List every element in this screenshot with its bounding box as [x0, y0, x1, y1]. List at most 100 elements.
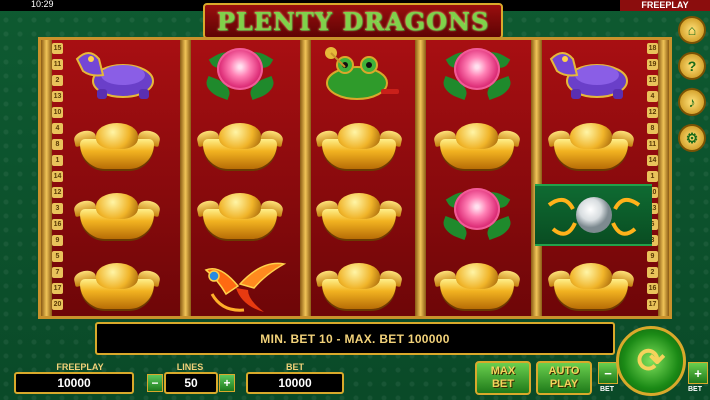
right-line-number: 12 [647, 107, 658, 118]
left-line-number: 8 [52, 139, 63, 150]
freeplay-balance: 10000 [14, 372, 134, 394]
spin-button[interactable]: ⟳ [616, 326, 686, 396]
reel-cell [427, 254, 527, 316]
settings-button[interactable]: ⚙ [678, 124, 706, 152]
bet-limits-message: MIN. BET 10 - MAX. BET 100000 [260, 331, 450, 346]
reel-cell [427, 114, 527, 176]
peony-icon [440, 46, 514, 104]
reel-cell [427, 184, 527, 246]
reel-cell [190, 44, 290, 106]
right-line-number: 17 [647, 299, 658, 310]
reel-cell [67, 184, 167, 246]
bet-decrease-label: BET [600, 386, 614, 393]
peony-icon [440, 186, 514, 244]
phoenix-icon [192, 254, 288, 316]
message-bar: MIN. BET 10 - MAX. BET 100000 [95, 322, 615, 355]
left-line-number: 2 [52, 75, 63, 86]
reel-divider [658, 40, 669, 316]
right-line-number: 15 [647, 75, 658, 86]
sound-button[interactable]: ♪ [678, 88, 706, 116]
reel-divider [41, 40, 52, 316]
ingot-icon [314, 259, 404, 311]
clock: 10:29 [31, 0, 54, 9]
left-line-number: 1 [52, 155, 63, 166]
ingot-icon [72, 259, 162, 311]
bet-increase-label: BET [688, 386, 702, 393]
ingot-icon [546, 259, 636, 311]
ingot-icon [432, 119, 522, 171]
left-line-number: 7 [52, 267, 63, 278]
right-line-number: 14 [647, 155, 658, 166]
turtle-icon [543, 45, 639, 105]
reel-cell [190, 114, 290, 176]
pearl-icon [539, 185, 649, 245]
right-line-number: 11 [647, 139, 658, 150]
lines-increase-button[interactable]: + [219, 374, 235, 392]
ingot-icon [195, 119, 285, 171]
lines-value: 50 [164, 372, 218, 394]
home-button[interactable]: ⌂ [678, 16, 706, 44]
reel-divider [415, 40, 426, 316]
reel-cell [190, 184, 290, 246]
left-line-number: 13 [52, 91, 63, 102]
freeplay-tag: FREEPLAY [620, 0, 710, 11]
left-line-number: 9 [52, 235, 63, 246]
home-icon: ⌂ [687, 22, 697, 38]
right-line-number: 2 [647, 267, 658, 278]
lines-decrease-button[interactable]: − [147, 374, 163, 392]
sound-icon: ♪ [688, 94, 696, 110]
settings-icon: ⚙ [685, 129, 699, 146]
reel-cell [309, 184, 409, 246]
max-bet-line2: BET [491, 378, 514, 390]
help-button[interactable]: ? [678, 52, 706, 80]
ingot-icon [72, 119, 162, 171]
left-line-number: 20 [52, 299, 63, 310]
reel-cell [427, 44, 527, 106]
reel-cell [541, 114, 641, 176]
ingot-icon [432, 259, 522, 311]
ingot-icon [72, 189, 162, 241]
lines-label: LINES [176, 362, 204, 372]
left-line-number: 4 [52, 123, 63, 134]
left-line-number: 15 [52, 43, 63, 54]
ingot-icon [195, 189, 285, 241]
bet-decrease-button[interactable]: − [598, 362, 618, 384]
left-line-number: 10 [52, 107, 63, 118]
spin-icon: ⟳ [636, 342, 666, 380]
left-line-number: 14 [52, 171, 63, 182]
reel-cell [309, 44, 409, 106]
auto-play-button[interactable]: AUTO PLAY [536, 361, 592, 395]
reel-cell [535, 184, 652, 246]
right-line-number: 18 [647, 43, 658, 54]
bet-label: BET [286, 362, 304, 372]
right-line-number: 16 [647, 283, 658, 294]
reel-cell [541, 44, 641, 106]
ingot-icon [314, 189, 404, 241]
reel-cell [541, 254, 641, 316]
reel-cell [309, 114, 409, 176]
ingot-icon [314, 119, 404, 171]
auto-play-line1: AUTO [548, 365, 580, 377]
auto-play-line2: PLAY [549, 378, 579, 390]
left-line-number: 11 [52, 59, 63, 70]
left-line-number: 16 [52, 219, 63, 230]
left-line-number: 12 [52, 187, 63, 198]
right-line-number: 9 [647, 251, 658, 262]
left-line-number: 3 [52, 203, 63, 214]
right-line-number: 4 [647, 91, 658, 102]
bet-increase-button[interactable]: + [688, 362, 708, 384]
reels-area: 15 11 2 13 10 4 8 1 14 12 3 16 9 5 7 17 20 18 19 15 4 12 8 11 14… [38, 37, 672, 319]
max-bet-line1: MAX [490, 365, 516, 377]
left-line-number: 17 [52, 283, 63, 294]
reel-cell [67, 44, 167, 106]
reel-cell [67, 114, 167, 176]
left-line-number: 5 [52, 251, 63, 262]
help-icon: ? [687, 58, 697, 74]
game-title: PLENTY DRAGONS [216, 6, 490, 36]
ingot-icon [546, 119, 636, 171]
bet-value: 10000 [246, 372, 344, 394]
freeplay-label: FREEPLAY [56, 362, 104, 372]
max-bet-button[interactable]: MAX BET [475, 361, 531, 395]
right-line-number: 1 [647, 171, 658, 182]
turtle-icon [69, 45, 165, 105]
